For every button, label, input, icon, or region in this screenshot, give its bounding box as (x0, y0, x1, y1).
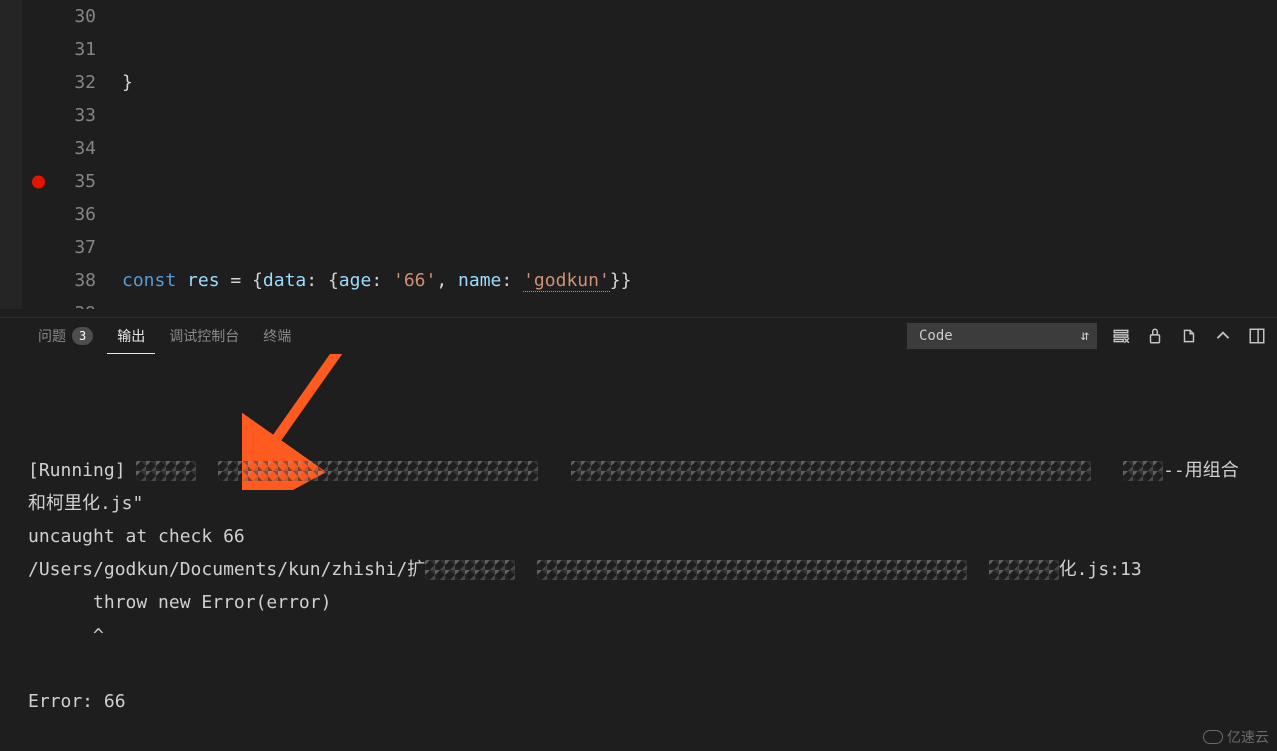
panel-toolbar: Code ⇵ (907, 323, 1267, 349)
chevron-up-icon[interactable] (1213, 326, 1233, 346)
open-file-icon[interactable] (1179, 326, 1199, 346)
output-line: throw new Error(error) (28, 592, 331, 613)
code-token: const (122, 270, 176, 291)
tab-problems[interactable]: 问题 3 (28, 318, 103, 354)
output-line: 化.js:13 (1059, 559, 1142, 580)
watermark-text: 亿速云 (1227, 727, 1269, 747)
watermark-logo-icon (1203, 730, 1223, 744)
panel-tab-bar: 问题 3 输出 调试控制台 终端 Code ⇵ (0, 318, 1277, 354)
activity-bar (0, 0, 22, 309)
tab-label: 输出 (117, 326, 145, 346)
editor-area[interactable]: 30 31 32 33 34 35 36 37 38 39 40 } const… (0, 0, 1277, 309)
clear-output-icon[interactable] (1111, 326, 1131, 346)
output-content[interactable]: [Running] --用组合和柯里化.js" uncaught at chec… (0, 354, 1277, 751)
tab-label: 问题 (38, 326, 66, 346)
toggle-panel-layout-icon[interactable] (1247, 326, 1267, 346)
line-number: 32 (22, 66, 96, 99)
redacted-block (989, 560, 1059, 580)
line-number-gutter: 30 31 32 33 34 35 36 37 38 39 40 (22, 0, 122, 309)
output-line: uncaught at check 66 (28, 526, 245, 547)
output-line: ^ (28, 625, 104, 646)
tab-debug-console[interactable]: 调试控制台 (159, 318, 249, 354)
watermark: 亿速云 (1203, 727, 1269, 747)
line-number: 34 (22, 132, 96, 165)
line-number: 36 (22, 198, 96, 231)
chevron-updown-icon: ⇵ (1081, 328, 1089, 344)
code-token: } (122, 72, 133, 93)
bottom-panel: 问题 3 输出 调试控制台 终端 Code ⇵ (0, 317, 1277, 751)
output-channel-select[interactable]: Code ⇵ (907, 323, 1097, 349)
line-number: 31 (22, 33, 96, 66)
tab-terminal[interactable]: 终端 (253, 318, 301, 354)
tab-output[interactable]: 输出 (107, 318, 155, 354)
redacted-block (1123, 461, 1163, 481)
redacted-block (218, 461, 538, 481)
line-number: 38 (22, 264, 96, 297)
tab-label: 调试控制台 (169, 326, 239, 346)
code-token: res (187, 270, 220, 291)
redacted-block (425, 560, 515, 580)
problems-count-badge: 3 (72, 327, 93, 345)
redacted-block (571, 461, 1091, 481)
line-number: 37 (22, 231, 96, 264)
output-line: /Users/godkun/Documents/kun/zhishi/扩 (28, 559, 425, 580)
output-line: Error: 66 (28, 691, 126, 712)
redacted-block (537, 560, 967, 580)
tab-label: 终端 (263, 326, 291, 346)
code-content[interactable]: } const res = {data: {age: '66', name: '… (122, 0, 1277, 309)
line-number: 39 (22, 297, 96, 309)
select-value: Code (919, 328, 953, 344)
redacted-block (136, 461, 196, 481)
line-number-breakpoint[interactable]: 35 (22, 165, 96, 198)
line-number: 30 (22, 0, 96, 33)
output-line: [Running] (28, 460, 136, 481)
lock-scroll-icon[interactable] (1145, 326, 1165, 346)
line-number: 33 (22, 99, 96, 132)
